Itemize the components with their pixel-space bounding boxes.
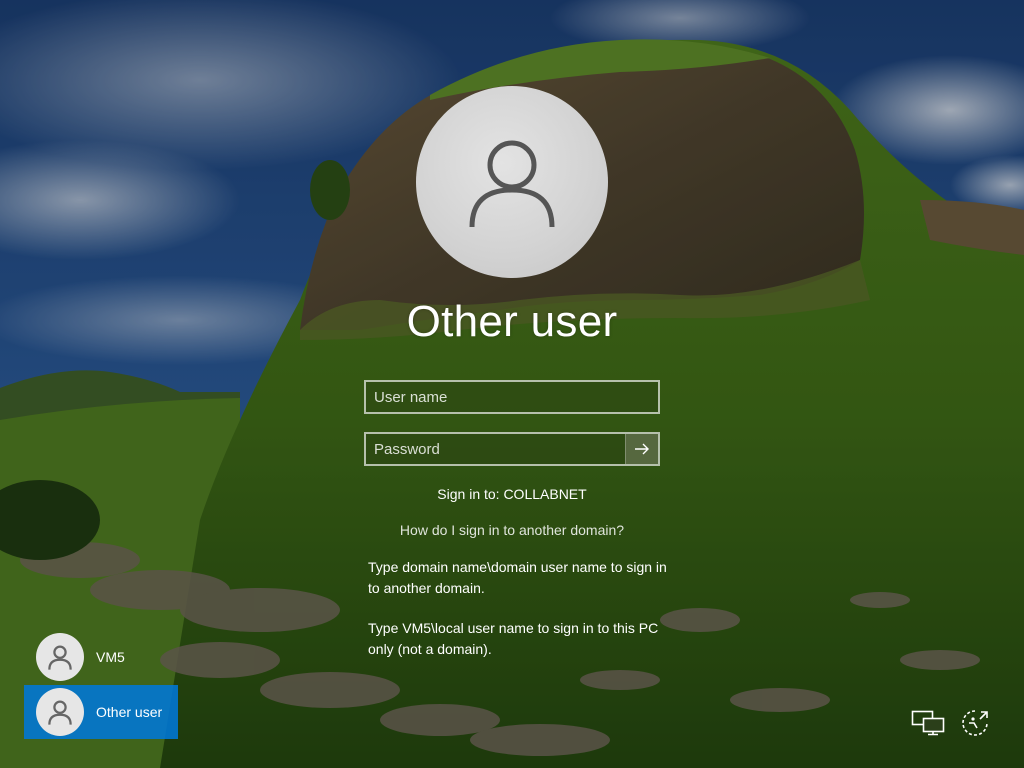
user-tile-vm5[interactable]: VM5: [24, 630, 178, 684]
avatar: [36, 633, 84, 681]
username-field-frame: [364, 380, 660, 414]
network-button[interactable]: [911, 708, 945, 738]
user-icon: [48, 700, 72, 725]
user-tile-other-user[interactable]: Other user: [24, 685, 178, 739]
ease-of-access-icon: [962, 710, 988, 736]
user-icon: [469, 140, 555, 228]
other-domain-help-link[interactable]: How do I sign in to another domain?: [0, 522, 1024, 538]
username-input[interactable]: [366, 382, 658, 412]
password-input[interactable]: [366, 434, 628, 464]
arrow-right-icon: [635, 443, 649, 455]
help-text-local: Type VM5\local user name to sign in to t…: [368, 620, 659, 657]
sign-in-domain-label: Sign in to: COLLABNET: [437, 486, 587, 502]
user-avatar: [416, 86, 608, 278]
user-tile-label: VM5: [96, 649, 125, 665]
submit-button[interactable]: [625, 434, 658, 464]
password-field-frame: [364, 432, 660, 466]
help-text-domain: Type domain name\domain user name to sig…: [368, 559, 667, 596]
network-icon: [911, 710, 945, 736]
ease-of-access-button[interactable]: [958, 708, 992, 738]
user-tile-label: Other user: [96, 704, 163, 720]
user-icon: [48, 645, 72, 670]
selected-user-name: Other user: [406, 297, 618, 346]
avatar: [36, 688, 84, 736]
